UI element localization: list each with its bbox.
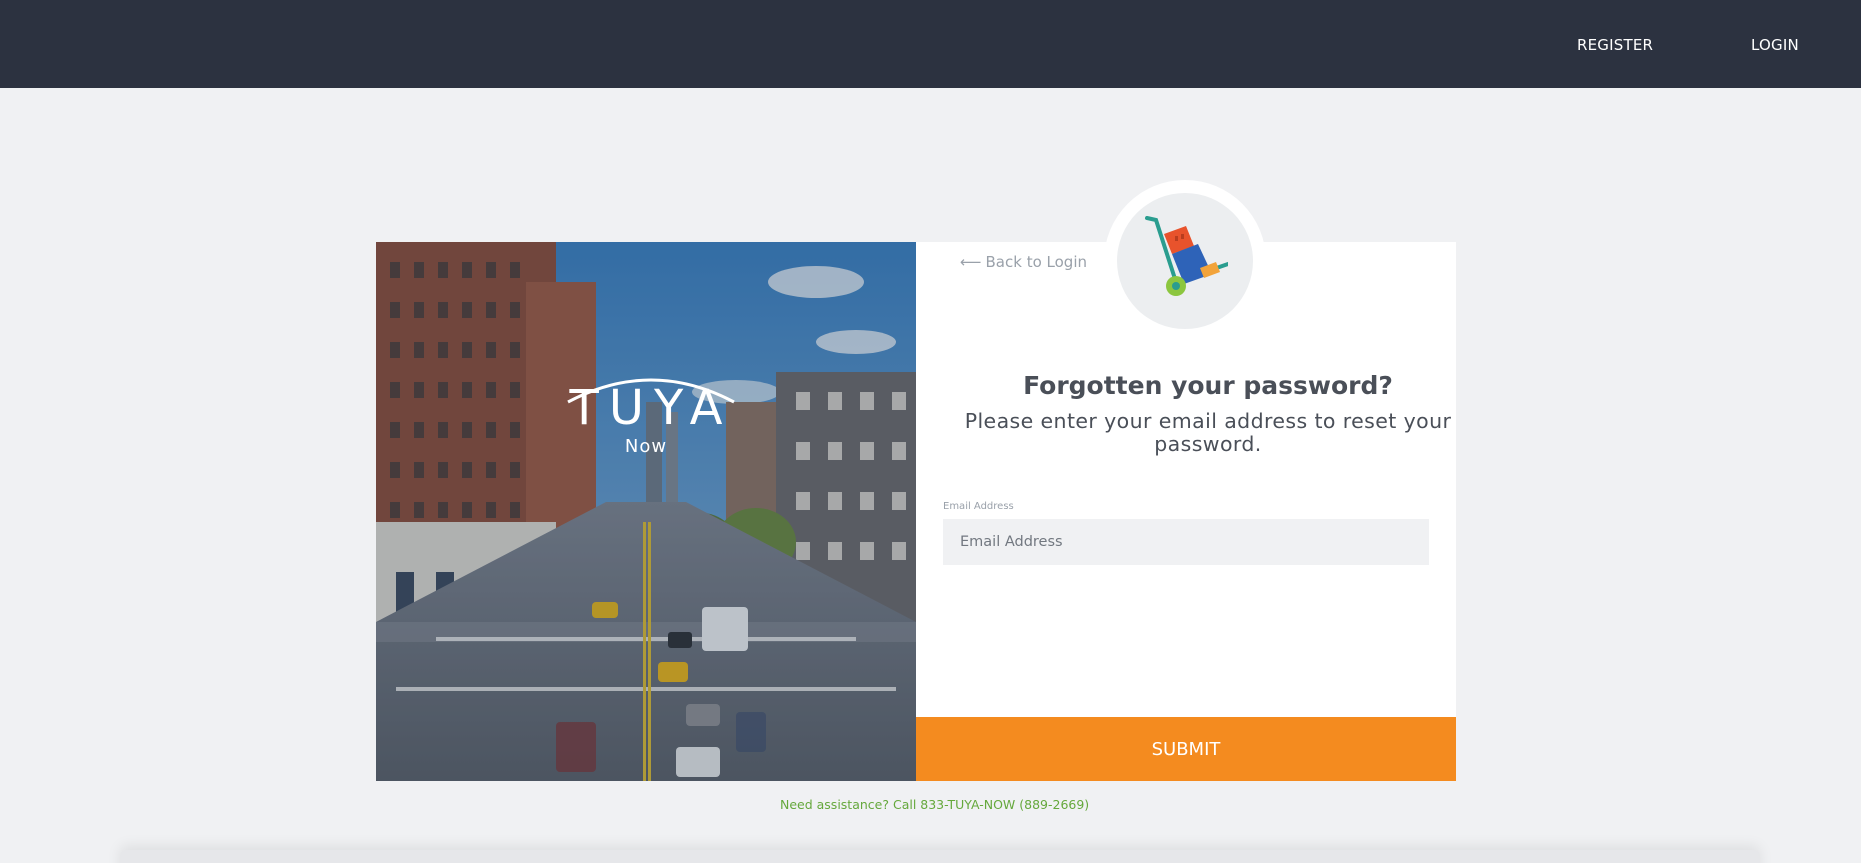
arrow-left-icon: ⟵ bbox=[960, 253, 982, 271]
page-title: Forgotten your password? bbox=[1023, 371, 1393, 400]
assistance-phone-link[interactable]: Need assistance? Call 833-TUYA-NOW (889-… bbox=[780, 797, 1089, 812]
register-link[interactable]: REGISTER bbox=[1577, 36, 1653, 54]
logo-wordmark: TUYA bbox=[569, 380, 733, 436]
hand-truck-badge bbox=[1117, 193, 1253, 329]
logo-subtitle: Now bbox=[624, 436, 668, 457]
back-to-login-label: Back to Login bbox=[985, 253, 1087, 271]
back-to-login-link[interactable]: ⟵ Back to Login bbox=[960, 253, 1087, 271]
city-street-photo: TUYA Now bbox=[376, 242, 916, 781]
tuya-now-logo: TUYA Now bbox=[376, 382, 916, 457]
top-navbar: REGISTER LOGIN bbox=[0, 0, 1861, 88]
email-field-label: Email Address bbox=[943, 501, 1014, 512]
email-field[interactable] bbox=[943, 519, 1429, 565]
lower-card-edge bbox=[120, 850, 1760, 863]
login-link[interactable]: LOGIN bbox=[1751, 36, 1799, 54]
city-street-illustration bbox=[376, 242, 916, 781]
hand-truck-icon bbox=[1145, 216, 1228, 296]
page-subtitle: Please enter your email address to reset… bbox=[964, 409, 1452, 456]
submit-button[interactable]: SUBMIT bbox=[916, 717, 1456, 781]
